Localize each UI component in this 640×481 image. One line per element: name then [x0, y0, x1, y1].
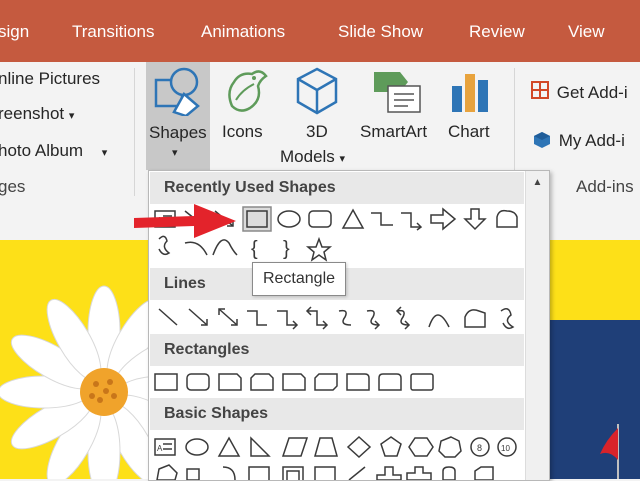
shapes-label: Shapes — [149, 123, 207, 142]
shape-rounded-rectangle[interactable] — [308, 210, 332, 228]
tab-slide-show[interactable]: Slide Show — [338, 0, 423, 62]
3d-models-label-line1: 3D — [306, 122, 328, 141]
shape-arc[interactable] — [184, 241, 208, 256]
photo-album-button[interactable]: hoto Album ▾ — [0, 141, 107, 161]
screenshot-button[interactable]: reenshot ▾ — [0, 104, 74, 124]
shape-down-arrow[interactable] — [463, 208, 487, 231]
photo-album-label: hoto Album — [0, 141, 84, 160]
chart-icon — [452, 74, 488, 112]
shape-flowchart-card[interactable] — [496, 209, 518, 228]
shape-elbow-connector[interactable] — [371, 212, 393, 226]
get-addins-label: Get Add-i — [556, 83, 628, 102]
3d-models-label: Models — [280, 147, 335, 166]
my-addins-label: My Add-i — [558, 131, 625, 150]
shapes-dropdown-icon: ▾ — [172, 147, 178, 159]
group-separator — [134, 68, 135, 196]
scroll-up-button[interactable]: ▲ — [531, 175, 544, 191]
smartart-label: SmartArt — [360, 122, 428, 141]
my-addins-icon — [534, 132, 550, 148]
3d-models-label-line2: Models ▾ — [280, 147, 345, 167]
3d-models-dropdown-icon: ▾ — [339, 153, 346, 165]
svg-text:10: 10 — [501, 444, 510, 453]
lines-row[interactable] — [158, 306, 515, 330]
screenshot-label: reenshot — [0, 104, 65, 123]
svg-text:}: } — [283, 238, 290, 260]
basic-shapes-row[interactable]: A 8 10 — [154, 435, 517, 480]
menu-scrollbar[interactable]: ▲ — [525, 171, 549, 480]
my-addins-button[interactable]: My Add-i — [532, 128, 625, 151]
red-arrow-icon — [134, 204, 236, 238]
screenshot-dropdown-icon: ▾ — [68, 110, 75, 122]
shape-triangle[interactable] — [341, 208, 365, 229]
shape-rectangle-selected[interactable] — [242, 206, 272, 232]
get-addins-icon — [531, 81, 549, 99]
3d-models-icon — [296, 67, 338, 115]
shapes-icon — [154, 67, 200, 116]
smartart-icon — [374, 72, 421, 113]
shape-elbow-arrow[interactable] — [401, 212, 423, 231]
ribbon-tab-bar: sign Transitions Animations Slide Show R… — [0, 0, 640, 62]
svg-text:A: A — [157, 444, 163, 453]
get-addins-button[interactable]: Get Add-i — [530, 80, 628, 103]
shape-star[interactable] — [305, 236, 333, 262]
images-group-label: ges — [0, 177, 26, 196]
shapes-button[interactable]: Shapes ▾ — [146, 62, 210, 170]
addins-group-label: Add-ins — [576, 177, 634, 196]
tab-review[interactable]: Review — [469, 0, 525, 62]
photo-album-dropdown-icon: ▾ — [101, 147, 108, 159]
svg-text:8: 8 — [477, 443, 482, 453]
tooltip-rectangle: Rectangle — [252, 262, 346, 296]
slide-photo — [548, 320, 640, 479]
shape-left-brace[interactable]: { — [251, 238, 258, 260]
smartart-button[interactable]: SmartArt — [358, 64, 436, 164]
tab-transitions[interactable]: Transitions — [72, 0, 155, 62]
tab-animations[interactable]: Animations — [201, 0, 285, 62]
tab-view[interactable]: View — [568, 0, 605, 62]
chart-button[interactable]: Chart — [444, 64, 498, 164]
svg-text:{: { — [251, 238, 258, 260]
shape-right-arrow[interactable] — [430, 207, 457, 231]
tab-design[interactable]: sign — [0, 0, 29, 62]
rectangles-row[interactable] — [154, 373, 434, 391]
online-pictures-button[interactable]: nline Pictures — [0, 69, 100, 89]
icons-label: Icons — [222, 122, 263, 141]
flag-image — [600, 424, 619, 479]
icons-button[interactable]: Icons — [216, 64, 272, 164]
icons-icon — [228, 70, 268, 112]
shape-right-brace[interactable]: } — [283, 238, 290, 260]
daisy-flower-icon — [0, 285, 160, 479]
3d-models-button[interactable]: 3D Models ▾ — [280, 64, 356, 168]
shape-oval[interactable] — [277, 210, 301, 228]
chart-label: Chart — [448, 122, 490, 141]
